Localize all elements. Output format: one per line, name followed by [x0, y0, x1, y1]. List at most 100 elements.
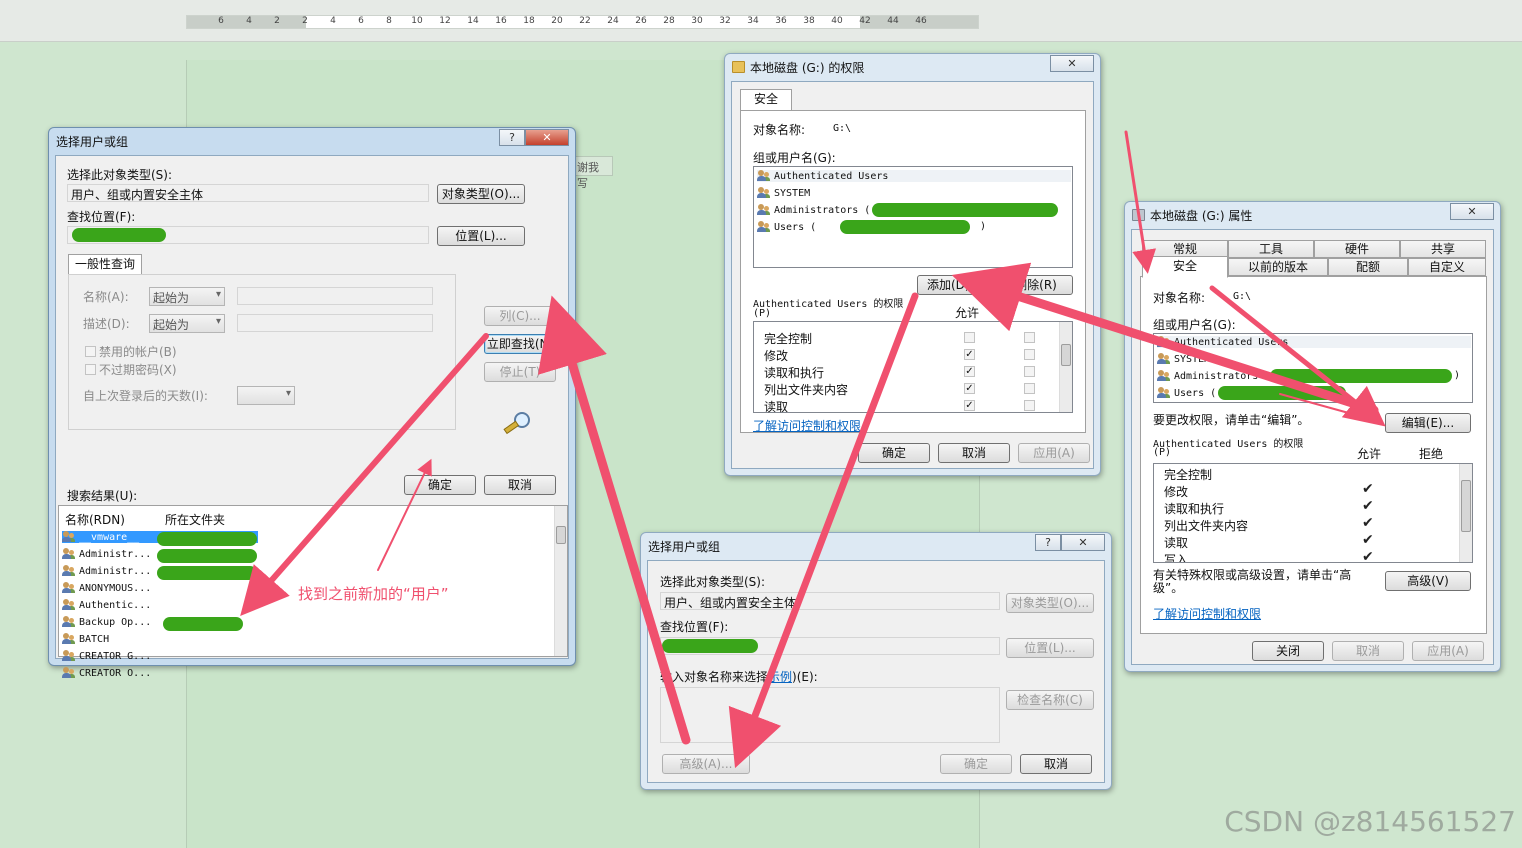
learn-access-control-link[interactable]: 了解访问控制和权限 [1153, 605, 1261, 622]
list-item[interactable]: Authenticated Users [757, 170, 1071, 182]
object-type-label: 选择此对象类型(S): [67, 168, 173, 182]
locations-button[interactable]: 位置(L)... [437, 226, 525, 246]
tab-sharing[interactable]: 共享 [1400, 240, 1486, 258]
tab-previous-versions[interactable]: 以前的版本 [1228, 258, 1328, 276]
cancel-button[interactable]: 取消 [938, 443, 1010, 463]
examples-link[interactable]: 示例 [768, 670, 792, 684]
remove-button[interactable]: 删除(R) [999, 275, 1073, 295]
list-item[interactable]: Authenticated Users [1157, 336, 1471, 348]
list-item[interactable]: SYSTEM [757, 187, 810, 199]
ruler-tick-label: 44 [887, 16, 899, 26]
results-scrollbar[interactable] [554, 506, 567, 656]
ok-button[interactable]: 确定 [858, 443, 930, 463]
list-item[interactable]: Administrators ( [757, 204, 870, 216]
close-button[interactable]: 关闭 [1252, 641, 1324, 661]
columns-button[interactable]: 列(C)... [484, 306, 556, 326]
object-types-button[interactable]: 对象类型(O)... [437, 184, 525, 204]
tab-quota[interactable]: 配额 [1328, 258, 1408, 276]
tab-security[interactable]: 安全 [1142, 256, 1228, 278]
cancel-button[interactable]: 取消 [1332, 641, 1404, 661]
stop-button[interactable]: 停止(T) [484, 362, 556, 382]
list-item[interactable]: Users ( [1157, 387, 1216, 399]
cancel-button[interactable]: 取消 [1020, 754, 1092, 774]
cancel-button[interactable]: 取消 [484, 475, 556, 495]
list-item[interactable]: Users ( [757, 221, 816, 233]
non-expiring-password-checkbox[interactable] [85, 364, 96, 375]
object-names-input[interactable] [660, 687, 1000, 743]
location-label: 查找位置(F): [660, 620, 729, 634]
group-user-list[interactable]: Authenticated Users SYSTEM Administrator… [1153, 333, 1473, 403]
table-row[interactable]: BATCH [62, 633, 109, 645]
table-row[interactable]: Backup Op... [62, 616, 151, 628]
permissions-list: 完全控制 修改 ✔ 读取和执行 ✔ 列出文件夹内容 ✔ 读取 ✔ 写入 ✔ [1153, 463, 1473, 563]
dialog-titlebar[interactable]: 本地磁盘 (G:) 属性 [1125, 202, 1500, 228]
table-row[interactable]: Authentic... [62, 599, 151, 611]
close-icon[interactable]: ✕ [1050, 55, 1094, 72]
edit-button[interactable]: 编辑(E)... [1385, 413, 1471, 433]
dialog-client: 选择此对象类型(S): 用户、组或内置安全主体 对象类型(O)... 查找位置(… [647, 560, 1105, 783]
close-icon[interactable]: ✕ [1450, 203, 1494, 220]
redacted-location [662, 639, 758, 653]
apply-button[interactable]: 应用(A) [1412, 641, 1484, 661]
help-button[interactable]: ? [499, 129, 525, 146]
name-input[interactable] [237, 287, 433, 305]
search-results-list[interactable]: 名称(RDN) 所在文件夹 __vmware__ Administr... Admi… [58, 505, 568, 679]
allow-checkbox[interactable]: ✓ [964, 366, 975, 377]
learn-access-control-link[interactable]: 了解访问控制和权限 [753, 417, 861, 434]
deny-checkbox[interactable] [1024, 400, 1035, 411]
close-icon[interactable]: ✕ [525, 129, 569, 146]
tab-tools[interactable]: 工具 [1228, 240, 1314, 258]
users-icon [1157, 370, 1171, 382]
tab-security[interactable]: 安全 [740, 89, 792, 111]
ok-button[interactable]: 确定 [404, 475, 476, 495]
column-header-folder[interactable]: 所在文件夹 [165, 511, 225, 528]
security-tab-panel: 对象名称: G:\ 组或用户名(G): Authenticated Users … [1140, 276, 1487, 634]
list-item[interactable]: SYSTEM [1157, 353, 1210, 365]
help-button[interactable]: ? [1035, 534, 1061, 551]
add-button[interactable]: 添加(D)... [917, 275, 991, 295]
ruler-tick-label: 2 [302, 16, 308, 26]
disabled-accounts-checkbox[interactable] [85, 346, 96, 357]
check-names-button[interactable]: 检查名称(C) [1006, 690, 1094, 710]
table-row[interactable]: CREATOR O... [62, 667, 151, 679]
table-row[interactable]: Administr... [62, 548, 151, 560]
name-match-combo[interactable]: 起始为 [149, 287, 225, 306]
table-row[interactable]: ANONYMOUS... [62, 582, 151, 594]
advanced-button[interactable]: 高级(V) [1385, 571, 1471, 591]
find-now-button[interactable]: 立即查找(N) [484, 334, 556, 354]
allow-checkbox[interactable]: ✓ [964, 349, 975, 360]
group-user-list[interactable]: Authenticated Users SYSTEM Administrator… [753, 166, 1073, 268]
object-type-field: 用户、组或内置安全主体 [67, 184, 429, 202]
advanced-button[interactable]: 高级(A)... [662, 754, 750, 774]
table-row[interactable]: Administr... [62, 565, 151, 577]
close-icon[interactable]: ✕ [1061, 534, 1105, 551]
permissions-scrollbar[interactable] [1059, 322, 1072, 412]
deny-checkbox[interactable] [1024, 332, 1035, 343]
redacted-folder [157, 566, 257, 580]
table-row[interactable]: CREATOR G... [62, 650, 151, 662]
dialog-titlebar[interactable]: 本地磁盘 (G:) 的权限 [725, 54, 1100, 80]
description-match-combo[interactable]: 起始为 [149, 314, 225, 333]
deny-checkbox[interactable] [1024, 366, 1035, 377]
common-queries-panel: 名称(A): 起始为 描述(D): 起始为 禁用的帐户(B) 不过期密码(X) … [68, 274, 456, 430]
object-types-button[interactable]: 对象类型(O)... [1006, 593, 1094, 613]
deny-checkbox[interactable] [1024, 349, 1035, 360]
tab-common-queries[interactable]: 一般性查询 [68, 254, 142, 276]
days-since-logon-combo[interactable] [237, 386, 295, 405]
allow-checkbox[interactable]: ✓ [964, 383, 975, 394]
dialog-client: 常规 工具 硬件 共享 以前的版本 配额 自定义 对象名称: G:\ 组或用户名… [1131, 229, 1494, 665]
apply-button[interactable]: 应用(A) [1018, 443, 1090, 463]
ok-button[interactable]: 确定 [940, 754, 1012, 774]
tab-customize[interactable]: 自定义 [1408, 258, 1486, 276]
column-header-name[interactable]: 名称(RDN) [65, 511, 125, 528]
allow-checkbox[interactable]: ✓ [964, 400, 975, 411]
permissions-scrollbar[interactable] [1459, 464, 1472, 562]
dialog-titlebar[interactable]: 选择用户或组 [49, 128, 575, 154]
tab-hardware[interactable]: 硬件 [1314, 240, 1400, 258]
locations-button[interactable]: 位置(L)... [1006, 638, 1094, 658]
description-input[interactable] [237, 314, 433, 332]
object-name-label: 对象名称: [753, 123, 806, 137]
list-item[interactable]: Administrators ( [1157, 370, 1270, 382]
deny-checkbox[interactable] [1024, 383, 1035, 394]
allow-checkbox[interactable] [964, 332, 975, 343]
